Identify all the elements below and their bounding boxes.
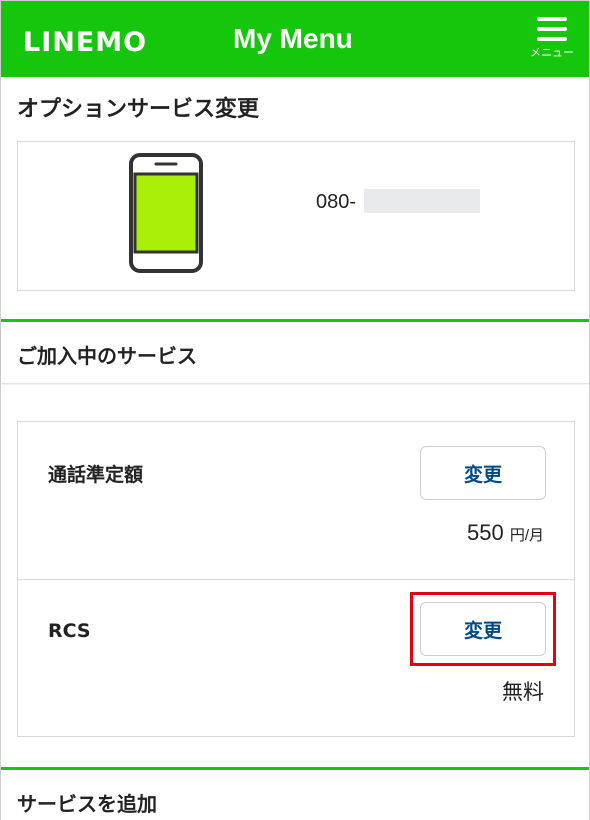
add-service-section-header[interactable]: サービスを追加: [1, 770, 589, 820]
phone-number: 080-: [316, 191, 357, 213]
header-title: My Menu: [233, 23, 353, 54]
service-price: 無料: [502, 680, 544, 704]
change-button-rcs[interactable]: 変更: [420, 602, 546, 656]
change-button-call[interactable]: 変更: [420, 446, 546, 500]
menu-label: メニュー: [530, 46, 574, 59]
subscribed-section-title: ご加入中のサービス: [17, 344, 197, 368]
service-row-call: 通話準定額 変更 550 円/月: [18, 422, 574, 580]
app-header: LINEMO My Menu メニュー: [1, 1, 589, 77]
subscribed-services-list: 通話準定額 変更 550 円/月 RCS 変更 無料: [17, 421, 575, 737]
page-title: オプションサービス変更: [17, 97, 260, 122]
price-unit: 円/月: [509, 527, 544, 544]
line-info-card: 080-: [17, 141, 575, 291]
subscribed-section-header: ご加入中のサービス: [1, 322, 589, 384]
service-name: RCS: [48, 620, 91, 642]
menu-button[interactable]: メニュー: [525, 13, 579, 71]
linemo-logo[interactable]: LINEMO: [23, 27, 147, 58]
smartphone-icon: [129, 153, 203, 273]
masked-number: [364, 189, 480, 213]
price-value: 550: [466, 520, 504, 545]
add-service-section-title: サービスを追加: [17, 792, 157, 816]
service-name: 通話準定額: [48, 464, 144, 486]
hamburger-icon: [537, 17, 567, 47]
service-row-rcs: RCS 変更 無料: [18, 580, 574, 736]
service-price: 550 円/月: [467, 520, 544, 546]
